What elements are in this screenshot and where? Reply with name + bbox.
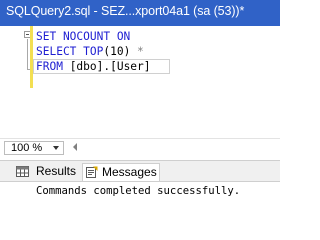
outline-fold-line: [27, 39, 28, 69]
code-top-value: (10): [103, 45, 131, 58]
query-editor[interactable]: SET NOCOUNT ON SELECT TOP(10) * FROM [dbo]…: [0, 26, 280, 138]
change-tracking-bar: [30, 26, 33, 88]
messages-pane[interactable]: Commands completed successfully.: [0, 181, 280, 235]
tab-results-label: Results: [36, 164, 77, 178]
chevron-down-icon: [53, 146, 59, 150]
code-line-2: SELECT TOP(10) *: [36, 44, 170, 59]
tab-messages[interactable]: Messages: [82, 163, 160, 182]
tab-messages-label: Messages: [102, 165, 157, 179]
scroll-left-arrow-icon[interactable]: [73, 143, 77, 151]
code-line-1: SET NOCOUNT ON: [36, 29, 170, 44]
tab-results[interactable]: Results: [14, 163, 76, 182]
code-lines[interactable]: SET NOCOUNT ON SELECT TOP(10) * FROM [dbo]…: [33, 29, 170, 74]
editor-gutter: [0, 26, 30, 138]
code-table-name: [dbo].[User]: [62, 60, 151, 73]
current-line-highlight: FROM [dbo].[User]: [33, 59, 170, 74]
message-icon: [86, 166, 98, 178]
keyword-from: FROM: [36, 60, 63, 73]
keyword-select-top: SELECT TOP: [36, 45, 104, 58]
grid-icon: [16, 166, 29, 177]
document-tab-title: SQLQuery2.sql - SEZ...xport04a1 (sa (53)…: [6, 4, 245, 18]
zoom-dropdown[interactable]: 100 %: [4, 141, 64, 155]
code-line-3: FROM [dbo].[User]: [33, 59, 170, 74]
document-tab[interactable]: SQLQuery2.sql - SEZ...xport04a1 (sa (53)…: [0, 0, 280, 26]
message-text: Commands completed successfully.: [36, 185, 241, 197]
zoom-bar: 100 %: [0, 138, 280, 157]
code-star: *: [130, 45, 144, 58]
keyword-set-nocount-on: SET NOCOUNT ON: [36, 30, 131, 43]
results-tab-strip: Results Messages: [0, 160, 280, 182]
zoom-value: 100 %: [11, 142, 43, 154]
